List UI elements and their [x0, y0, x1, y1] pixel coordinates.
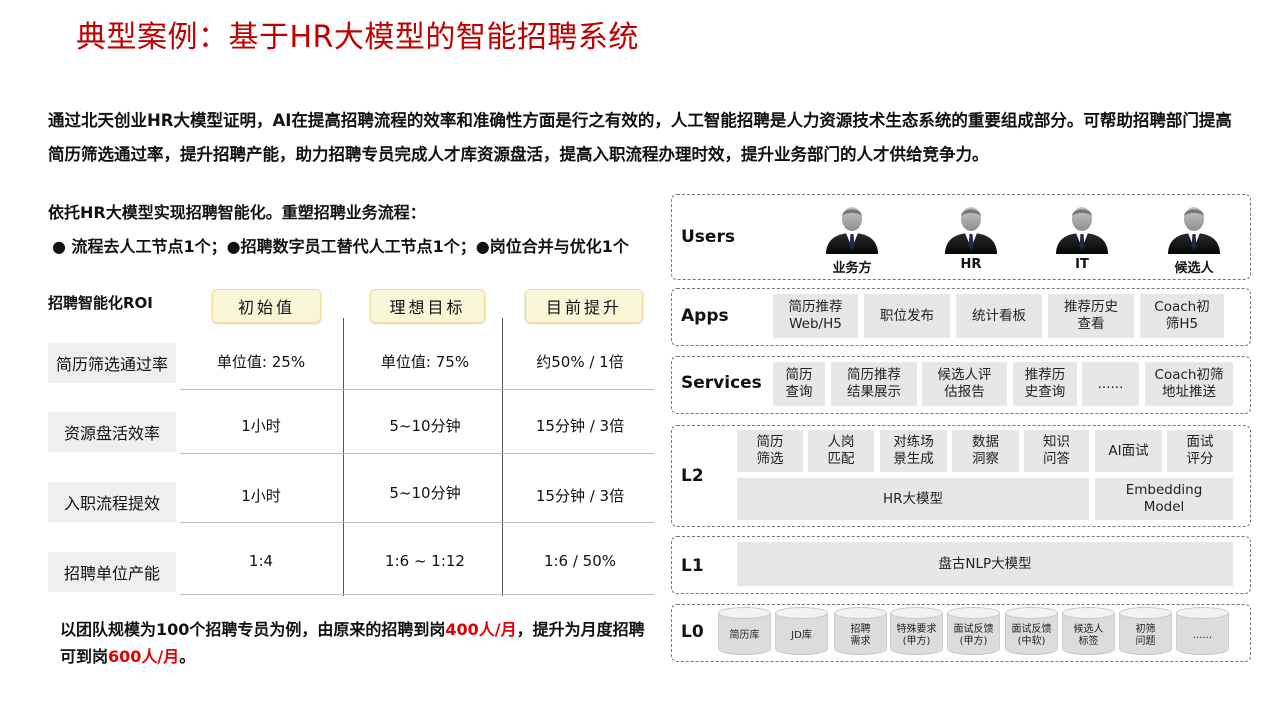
- database-label: 特殊要求 (甲方): [896, 624, 937, 647]
- roi-row-label: 招聘单位产能: [48, 552, 176, 592]
- user-it: IT: [1052, 202, 1112, 272]
- highlight-after: 600人/月: [108, 647, 180, 666]
- database-cylinder: 特殊要求 (甲方): [890, 607, 943, 655]
- l2-capability-box: 面试 评分: [1167, 430, 1233, 472]
- roi-cell: 1小时: [241, 417, 281, 435]
- roi-cell: 单位值: 25%: [216, 353, 306, 371]
- app-box: 统计看板: [956, 294, 1042, 338]
- app-box: 简历推荐 Web/H5: [773, 294, 858, 338]
- database-cylinder: 招聘 需求: [834, 607, 887, 655]
- roi-row-divider: [180, 522, 654, 523]
- conclusion-part: 。: [179, 647, 196, 666]
- app-box: 职位发布: [864, 294, 950, 338]
- database-label: 面试反馈 (中软): [1011, 624, 1052, 647]
- service-box: 推荐历 史查询: [1013, 362, 1077, 406]
- roi-label: 招聘智能化ROI: [48, 294, 153, 312]
- service-box: 候选人评 估报告: [922, 362, 1007, 406]
- intro-paragraph: 通过北天创业HR大模型证明，AI在提高招聘流程的效率和准确性方面是行之有效的，人…: [48, 111, 1232, 164]
- service-box: ......: [1082, 362, 1139, 406]
- database-cylinder: 面试反馈 (中软): [1005, 607, 1058, 655]
- embedding-model-box: Embedding Model: [1095, 478, 1233, 520]
- person-icon: [945, 207, 997, 254]
- roi-header-initial: 初始值: [212, 289, 321, 323]
- database-label: 初筛 问题: [1135, 624, 1156, 647]
- database-cylinder: 简历库: [718, 607, 771, 655]
- l2-capability-box: 数据 洞察: [952, 430, 1019, 472]
- database-cylinder: ......: [1176, 607, 1229, 655]
- roi-row-label: 入职流程提效: [48, 482, 176, 522]
- database-label: 简历库: [729, 630, 760, 641]
- database-label: 候选人 标签: [1073, 624, 1104, 647]
- database-label: ......: [1192, 630, 1213, 641]
- database-label: JD库: [791, 630, 812, 641]
- user-label: IT: [1075, 257, 1089, 272]
- roi-row-label: 简历筛选通过率: [48, 343, 176, 383]
- person-icon: [1168, 207, 1220, 254]
- layer-label-l1: L1: [681, 556, 704, 576]
- roi-row-divider: [180, 594, 654, 595]
- roi-header-target: 理想目标: [370, 289, 485, 323]
- app-box: 推荐历史 查看: [1048, 294, 1134, 338]
- roi-cell: 约50% / 1倍: [536, 353, 624, 371]
- roi-cell: 1:4: [248, 552, 274, 570]
- app-box: Coach初 筛H5: [1140, 294, 1224, 338]
- conclusion-part: 以团队规模为100个招聘专员为例，由原来的招聘到岗: [60, 620, 446, 639]
- service-box: 简历 查询: [773, 362, 825, 406]
- roi-cell: 15分钟 / 3倍: [535, 417, 625, 435]
- person-icon: [1056, 207, 1108, 254]
- roi-cell: 单位值: 75%: [380, 353, 470, 371]
- database-label: 面试反馈 (甲方): [953, 624, 994, 647]
- user-label: HR: [960, 257, 982, 272]
- l2-capability-box: 对练场 景生成: [880, 430, 947, 472]
- roi-cell: 1:6 ~ 1:12: [385, 552, 465, 570]
- database-cylinder: JD库: [775, 607, 828, 655]
- roi-cell: 15分钟 / 3倍: [535, 487, 625, 505]
- user-hr: HR: [941, 202, 1001, 272]
- layer-label-users: Users: [681, 227, 735, 247]
- conclusion-text: 以团队规模为100个招聘专员为例，由原来的招聘到岗400人/月，提升为月度招聘可…: [60, 616, 660, 670]
- user-candidate: 候选人: [1164, 202, 1224, 276]
- database-cylinder: 面试反馈 (甲方): [947, 607, 1000, 655]
- database-cylinder: 候选人 标签: [1062, 607, 1115, 655]
- l2-capability-box: 知识 问答: [1024, 430, 1089, 472]
- pangu-model-box: 盘古NLP大模型: [737, 542, 1233, 586]
- page-title: 典型案例：基于HR大模型的智能招聘系统: [76, 20, 639, 55]
- layer-label-l0: L0: [681, 622, 704, 642]
- user-business: 业务方: [822, 202, 882, 276]
- user-label: 业务方: [832, 261, 872, 276]
- roi-row-divider: [180, 453, 654, 454]
- roi-cell: 5~10分钟: [389, 484, 461, 502]
- highlight-before: 400人/月: [445, 620, 517, 639]
- user-label: 候选人: [1174, 261, 1214, 276]
- roi-cell: 1:6 / 50%: [543, 552, 617, 570]
- roi-row-divider: [180, 389, 654, 390]
- person-icon: [826, 207, 878, 254]
- roi-cell: 5~10分钟: [389, 417, 461, 435]
- roi-cell: 1小时: [241, 487, 281, 505]
- roi-header-current: 目前提升: [525, 289, 643, 323]
- process-bullets: ● 流程去人工节点1个；●招聘数字员工替代人工节点1个；●岗位合并与优化1个: [52, 237, 629, 256]
- layer-label-apps: Apps: [681, 306, 729, 326]
- service-box: Coach初筛 地址推送: [1145, 362, 1233, 406]
- database-label: 招聘 需求: [850, 624, 871, 647]
- l2-capability-box: 简历 筛选: [737, 430, 803, 472]
- hr-model-box: HR大模型: [737, 478, 1089, 520]
- layer-label-services: Services: [681, 373, 762, 393]
- l2-capability-box: AI面试: [1095, 430, 1162, 472]
- database-cylinder: 初筛 问题: [1119, 607, 1172, 655]
- layer-label-l2: L2: [681, 466, 704, 486]
- l2-capability-box: 人岗 匹配: [808, 430, 874, 472]
- roi-row-label: 资源盘活效率: [48, 412, 176, 452]
- service-box: 简历推荐 结果展示: [831, 362, 917, 406]
- section-subhead: 依托HR大模型实现招聘智能化。重塑招聘业务流程：: [48, 203, 426, 222]
